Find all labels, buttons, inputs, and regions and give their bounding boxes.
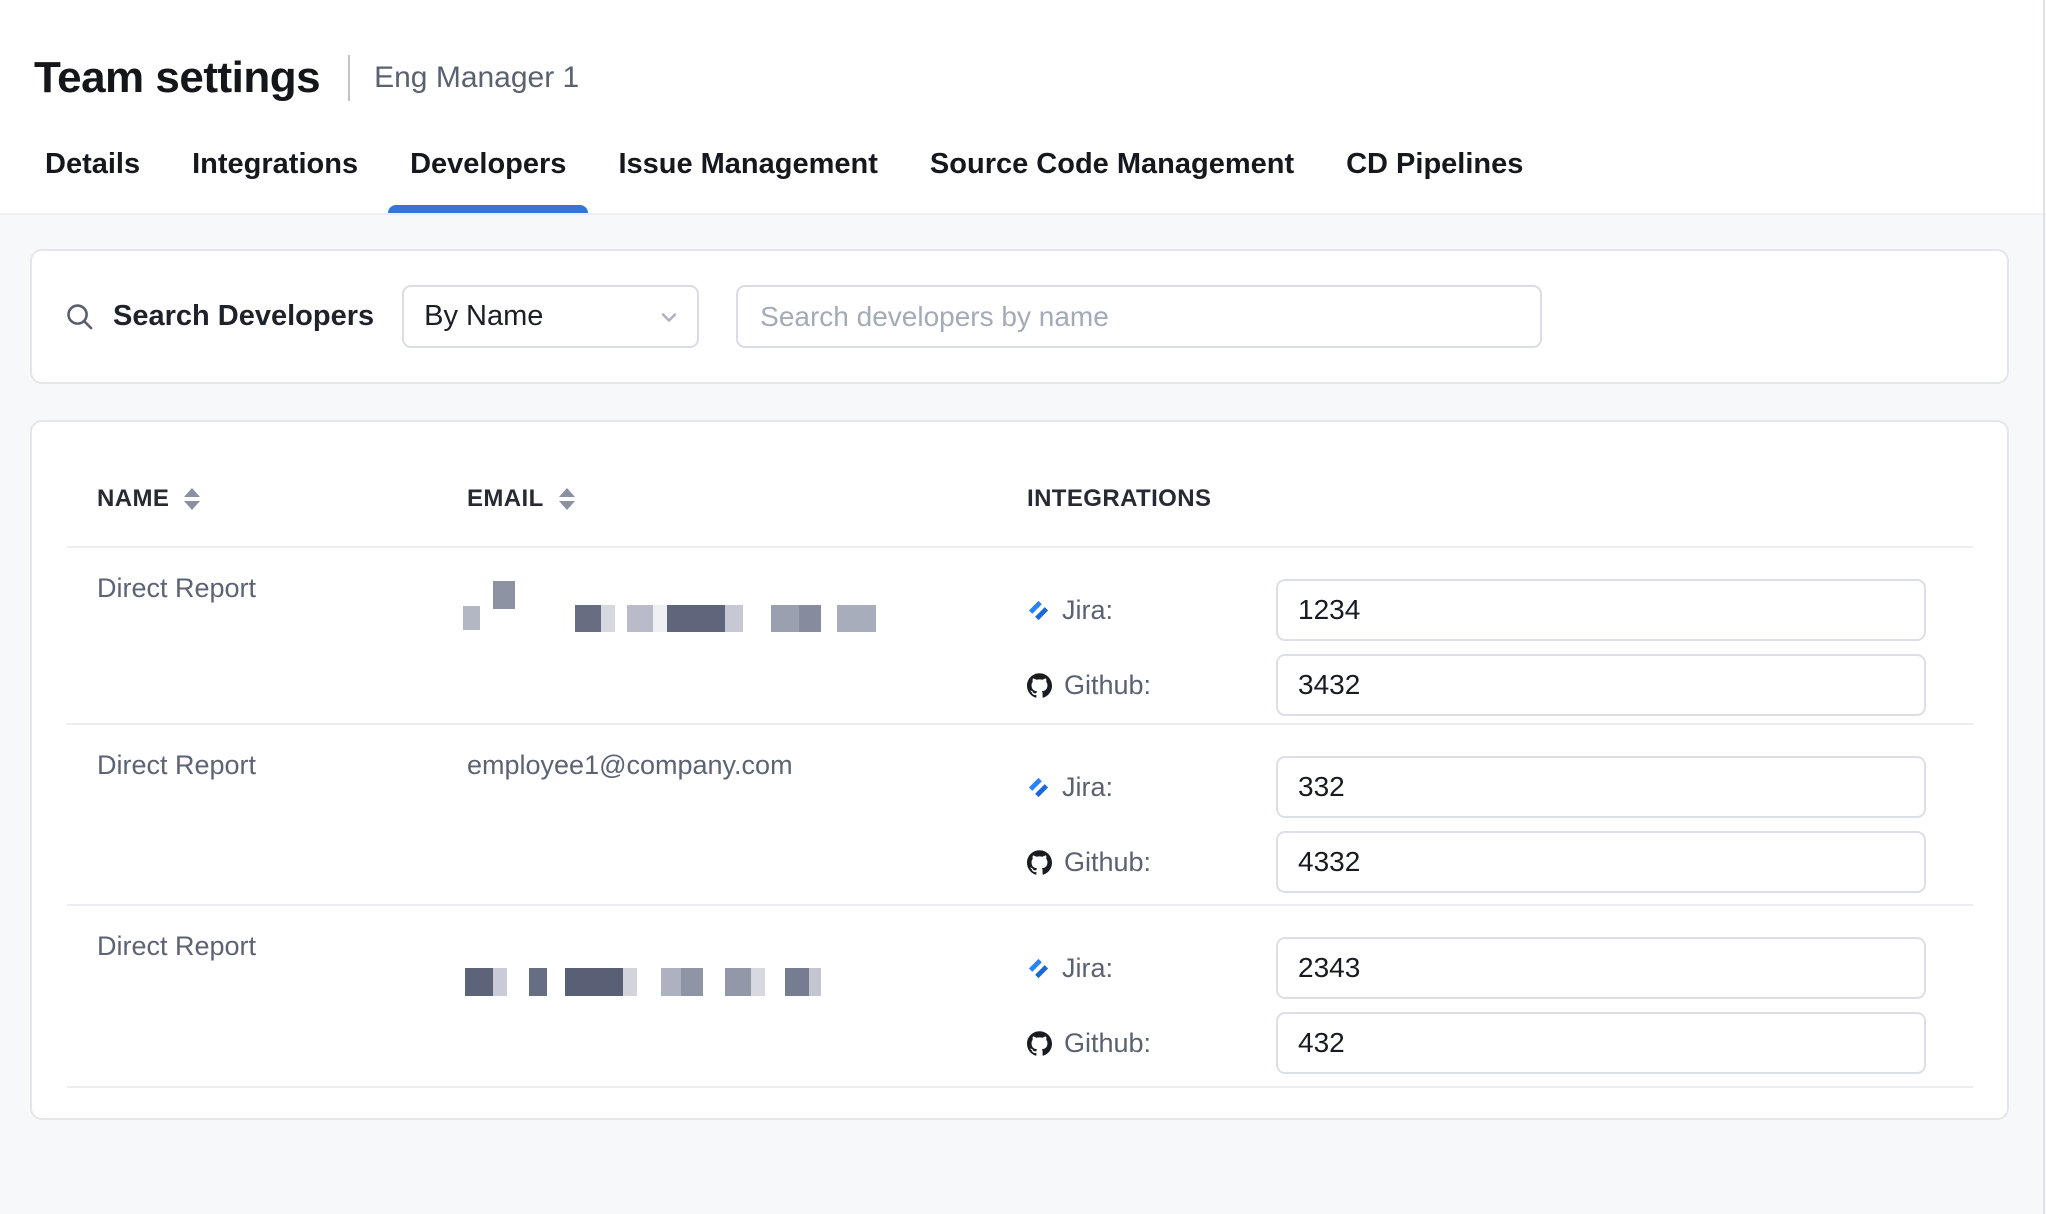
table-row: Direct Report Jira: <box>67 906 1973 1088</box>
developers-table: NAME EMAIL INTEGRATIONS Direct Report <box>30 420 2009 1120</box>
github-icon <box>1027 1031 1052 1056</box>
github-label: Github: <box>1064 1028 1151 1059</box>
github-label: Github: <box>1064 670 1151 701</box>
redacted-email <box>493 581 515 609</box>
developer-email-redacted <box>467 906 1027 1087</box>
search-icon <box>64 301 95 332</box>
tab-integrations[interactable]: Integrations <box>170 116 380 213</box>
developer-email: employee1@company.com <box>467 725 1027 906</box>
developer-email-redacted <box>467 548 1027 729</box>
github-id-input[interactable] <box>1276 831 1926 893</box>
search-panel: Search Developers By Name <box>30 249 2009 384</box>
integrations-cell: Jira: Github: <box>1027 548 1973 729</box>
team-name-label: Eng Manager 1 <box>374 61 579 95</box>
table-header-row: NAME EMAIL INTEGRATIONS <box>67 422 1973 548</box>
sort-icon <box>559 488 575 510</box>
integrations-cell: Jira: Github: <box>1027 906 1973 1087</box>
jira-id-input[interactable] <box>1276 756 1926 818</box>
tab-bar: Details Integrations Developers Issue Ma… <box>0 116 2046 215</box>
title-divider <box>348 55 350 101</box>
chevron-down-icon <box>657 305 681 329</box>
tab-issue-management[interactable]: Issue Management <box>596 116 899 213</box>
jira-label: Jira: <box>1062 595 1113 626</box>
column-header-email[interactable]: EMAIL <box>467 485 1027 513</box>
column-header-integrations: INTEGRATIONS <box>1027 485 1973 513</box>
redacted-email <box>465 968 871 996</box>
tab-details[interactable]: Details <box>23 116 162 213</box>
tab-developers[interactable]: Developers <box>388 116 588 213</box>
column-header-name[interactable]: NAME <box>97 485 467 513</box>
sort-icon <box>184 488 200 510</box>
tab-source-code-management[interactable]: Source Code Management <box>908 116 1316 213</box>
page-header: Team settings Eng Manager 1 <box>0 0 2046 116</box>
jira-icon <box>1027 957 1050 980</box>
github-label: Github: <box>1064 847 1151 878</box>
jira-label: Jira: <box>1062 772 1113 803</box>
developer-name: Direct Report <box>97 725 467 906</box>
filter-selected-value: By Name <box>424 300 543 333</box>
jira-icon <box>1027 776 1050 799</box>
window-right-edge <box>2043 0 2045 1214</box>
table-row: Direct Report employee1@company.com Jira… <box>67 725 1973 906</box>
jira-id-input[interactable] <box>1276 937 1926 999</box>
search-filter-select[interactable]: By Name <box>402 285 699 348</box>
developer-name: Direct Report <box>97 548 467 729</box>
jira-id-input[interactable] <box>1276 579 1926 641</box>
tab-cd-pipelines[interactable]: CD Pipelines <box>1324 116 1545 213</box>
page-title: Team settings <box>34 53 320 103</box>
jira-label: Jira: <box>1062 953 1113 984</box>
github-id-input[interactable] <box>1276 654 1926 716</box>
developer-name: Direct Report <box>97 906 467 1087</box>
jira-icon <box>1027 599 1050 622</box>
github-icon <box>1027 673 1052 698</box>
redacted-email <box>463 606 480 630</box>
redacted-email <box>575 605 876 632</box>
search-input[interactable] <box>736 285 1542 348</box>
github-icon <box>1027 850 1052 875</box>
integrations-cell: Jira: Github: <box>1027 725 1973 906</box>
main-content: Search Developers By Name NAME EMAIL INT… <box>0 215 2046 1120</box>
table-row: Direct Report Jira: <box>67 548 1973 725</box>
github-id-input[interactable] <box>1276 1012 1926 1074</box>
search-developers-label: Search Developers <box>113 300 374 333</box>
